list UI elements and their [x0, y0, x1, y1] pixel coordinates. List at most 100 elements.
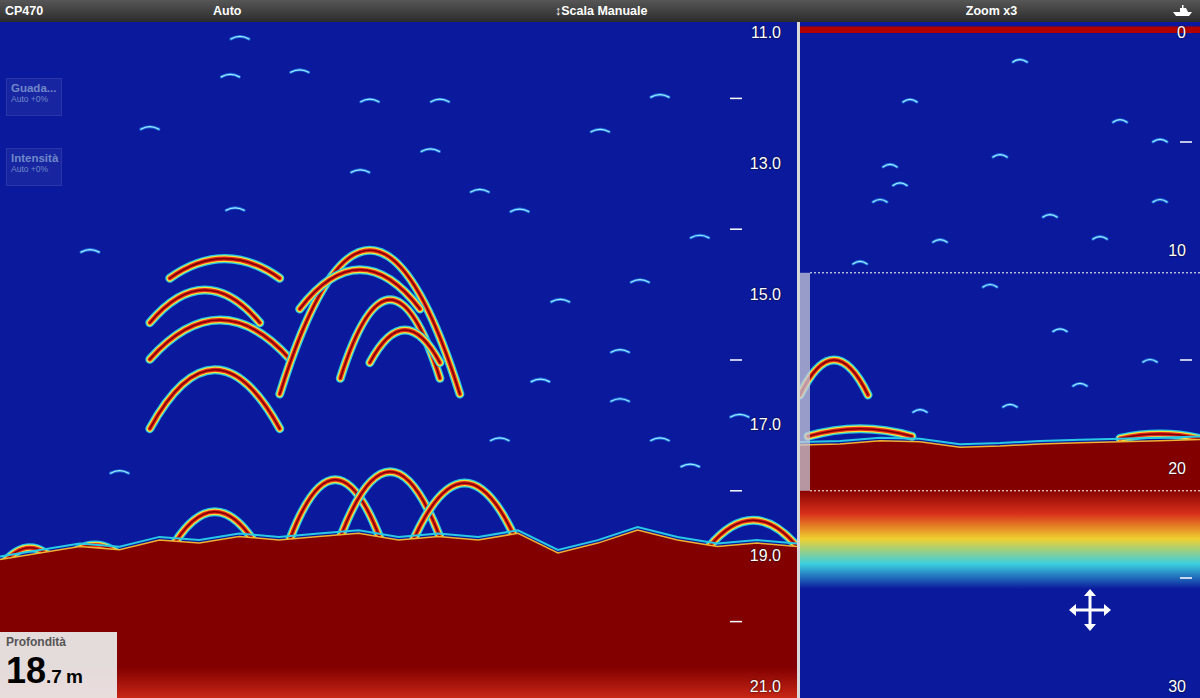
depth-whole: 18 — [6, 649, 46, 693]
depth-scale-label: 20 — [1168, 460, 1186, 478]
echo-area: 11.013.015.017.019.021.0Guada...Auto +0%… — [0, 22, 1200, 698]
weak-echo — [1043, 215, 1057, 218]
minor-tick — [1180, 141, 1192, 143]
weak-echo — [226, 208, 244, 211]
depth-scale-label: 13.0 — [750, 155, 781, 173]
minor-tick — [1180, 359, 1192, 361]
surface-clutter — [800, 26, 1200, 33]
weak-echo — [731, 414, 749, 417]
boat-icon[interactable] — [1172, 4, 1194, 18]
weak-echo — [893, 183, 907, 186]
weak-echo — [631, 280, 649, 283]
depth-fraction: .7 — [46, 663, 62, 692]
weak-echo — [853, 261, 867, 264]
fish-arch — [808, 429, 912, 437]
fish-arch — [150, 370, 280, 429]
weak-echo — [361, 99, 379, 102]
weak-echo — [231, 36, 249, 39]
weak-echo — [873, 199, 887, 202]
minor-tick — [730, 228, 742, 230]
weak-echo — [111, 471, 129, 474]
weak-echo — [913, 410, 927, 413]
weak-echo — [551, 299, 569, 302]
weak-echo — [651, 438, 669, 441]
depth-scale-label: 17.0 — [750, 416, 781, 434]
minor-tick — [730, 359, 742, 361]
depth-label: Profondità — [6, 635, 111, 649]
depth-scale-label: 10 — [1168, 242, 1186, 260]
depth-scale-label: 21.0 — [750, 678, 781, 696]
minor-tick — [730, 490, 742, 492]
weak-echo — [221, 74, 239, 77]
mode-button[interactable]: Auto — [213, 0, 555, 22]
weak-echo — [933, 240, 947, 243]
weak-echo — [1153, 139, 1167, 142]
fish-echoes — [0, 250, 797, 567]
weak-echoes — [81, 36, 749, 473]
weak-echo — [611, 350, 629, 353]
setting-overlay[interactable]: IntensitàAuto +0% — [6, 148, 62, 186]
sea-bottom — [800, 437, 1200, 698]
weak-echo — [1153, 199, 1167, 202]
weak-echo — [431, 99, 449, 102]
fish-arch — [280, 250, 460, 394]
fish-echoes — [800, 360, 1200, 438]
weak-echo — [1093, 237, 1107, 240]
weak-echo — [591, 129, 609, 132]
setting-overlay[interactable]: Guada...Auto +0% — [6, 78, 62, 116]
weak-echo — [351, 170, 369, 173]
zoom-echogram-pane: 0 10 20 30 — [800, 22, 1200, 698]
zoom-window[interactable] — [800, 273, 1200, 491]
fish-arch — [340, 472, 440, 537]
depth-scale-label: 30 — [1168, 678, 1186, 696]
depth-readout: Profondità18.7m — [0, 632, 117, 698]
weak-echo — [81, 250, 99, 253]
weak-echo — [903, 99, 917, 102]
fish-arch — [170, 259, 280, 279]
weak-echo — [1113, 120, 1127, 123]
minor-tick — [730, 98, 742, 100]
range-mode-button[interactable]: ↕Scala Manuale — [555, 0, 797, 22]
weak-echo — [691, 235, 709, 238]
weak-echo — [421, 149, 439, 152]
weak-echo — [993, 155, 1007, 158]
fish-arch — [340, 300, 440, 378]
fish-arch — [370, 330, 440, 363]
toolbar-right: Zoom x3 — [797, 0, 1200, 22]
device-name: CP470 — [0, 0, 213, 22]
depth-scale-label: 15.0 — [750, 286, 781, 304]
minor-tick — [1180, 577, 1192, 579]
weak-echo — [141, 127, 159, 129]
setting-label: Guada... — [11, 82, 57, 95]
setting-label: Intensità — [11, 152, 57, 165]
sonar-display: CP470Auto↕Scala ManualeZoom x3 11.0 13.0 15… — [0, 0, 1200, 698]
weak-echo — [531, 379, 549, 382]
fish-arch — [800, 360, 868, 395]
depth-scale-label: 0 — [1177, 24, 1186, 42]
move-cursor-icon[interactable] — [1068, 588, 1112, 632]
zoom-echogram — [800, 22, 1200, 698]
weak-echo — [1013, 60, 1027, 63]
minor-tick — [730, 621, 742, 623]
weak-echo — [983, 285, 997, 288]
zoom-button[interactable]: Zoom x3 — [797, 0, 1172, 22]
weak-echo — [883, 164, 897, 167]
weak-echo — [1073, 383, 1087, 386]
weak-echo — [291, 70, 309, 73]
weak-echo — [1143, 360, 1157, 363]
depth-scale-label: 19.0 — [750, 547, 781, 565]
weak-echo — [611, 399, 629, 402]
sea-bottom — [0, 527, 797, 698]
weak-echo — [471, 189, 489, 192]
main-echogram-pane: 11.013.015.017.019.021.0Guada...Auto +0%… — [0, 22, 797, 698]
weak-echo — [651, 95, 669, 98]
weak-echo — [681, 464, 699, 467]
depth-value: 18.7m — [6, 649, 111, 693]
depth-scale-label: 11.0 — [751, 24, 781, 42]
weak-echo — [511, 209, 529, 212]
weak-echo — [491, 438, 509, 441]
setting-value: Auto +0% — [11, 165, 57, 175]
setting-value: Auto +0% — [11, 95, 57, 105]
weak-echo — [1053, 329, 1067, 332]
fish-arch — [150, 320, 290, 359]
